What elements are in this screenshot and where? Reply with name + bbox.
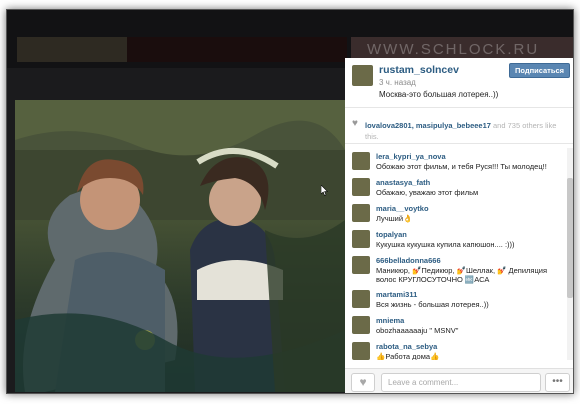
background-thumbnail [127,37,347,62]
more-options-button[interactable]: ••• [545,373,570,392]
list-item: 666belladonna666 Маникюр, 💅Педикюр, 💅Шел… [345,252,567,286]
avatar[interactable] [352,152,370,170]
like-button[interactable]: ♥ [351,373,375,392]
comment-text: Маникюр, 💅Педикюр, 💅Шеллак, 💅 Депиляция … [376,266,548,284]
photo-illustration [15,100,345,392]
background-thumbnail [17,37,127,62]
likes-summary: ♥ lovalova2801, masipulya_bebeee17 and 7… [345,108,573,144]
comment-username[interactable]: lera_kypri_ya_nova [376,152,446,161]
follow-button[interactable]: Подписаться [509,63,570,78]
comment-text: Лучший👌 [376,214,413,223]
like-user-link[interactable]: lovalova2801 [365,121,412,130]
post-timestamp: 3 ч. назад [379,78,416,87]
list-item: martami311 Вся жизнь - большая лотерея..… [345,286,567,312]
post-caption: Москва-это большая лотерея..)) [379,90,499,99]
like-user-link[interactable]: masipulya_bebeee17 [416,121,491,130]
list-item: mniema obozhaaaaaaju " MSNV" [345,312,567,338]
comment-text: Кукушка кукушка купила капюшон.... :))) [376,240,515,249]
comment-username[interactable]: anastasya_fath [376,178,430,187]
heart-icon: ♥ [359,375,367,389]
comment-text: obozhaaaaaaju " MSNV" [376,326,459,335]
post-photo[interactable] [15,100,345,392]
comment-text: Обожаю этот фильм, и тебя Руся!!! Ты мол… [376,162,547,171]
comment-username[interactable]: mniema [376,316,404,325]
comment-text: 👍Работа дома👍 [376,352,440,360]
heart-icon: ♥ [352,118,358,129]
avatar[interactable] [352,342,370,360]
comment-username[interactable]: maria__voytko [376,204,429,213]
comment-footer: ♥ ••• [345,368,573,393]
comment-list[interactable]: lera_kypri_ya_nova Обожаю этот фильм, и … [345,148,567,360]
instagram-lightbox: WWW.SCHLOCK.RU rustam_solncev 3 ч. назад [6,9,574,394]
comment-text: Вся жизнь - большая лотерея..)) [376,300,489,309]
comment-username[interactable]: 666belladonna666 [376,256,441,265]
list-item: anastasya_fath Обажаю, уважаю этот фильм [345,174,567,200]
comment-username[interactable]: martami311 [376,290,417,299]
list-item: rabota_na_sebya 👍Работа дома👍 [345,338,567,360]
avatar[interactable] [352,178,370,196]
comment-username[interactable]: topalyan [376,230,407,239]
avatar[interactable] [352,204,370,222]
comment-username[interactable]: rabota_na_sebya [376,342,437,351]
comment-scrollbar[interactable] [567,148,573,360]
comment-input[interactable] [381,373,541,392]
post-header: rustam_solncev 3 ч. назад Москва-это бол… [345,58,573,108]
mouse-cursor-icon [321,185,328,196]
list-item: lera_kypri_ya_nova Обожаю этот фильм, и … [345,148,567,174]
list-item: maria__voytko Лучший👌 [345,200,567,226]
avatar[interactable] [352,316,370,334]
avatar[interactable] [352,290,370,308]
list-item: topalyan Кукушка кукушка купила капюшон.… [345,226,567,252]
avatar[interactable] [352,256,370,274]
avatar[interactable] [352,230,370,248]
post-username[interactable]: rustam_solncev [379,64,459,76]
avatar[interactable] [352,65,373,86]
scrollbar-thumb[interactable] [567,178,573,298]
post-sidebar: rustam_solncev 3 ч. назад Москва-это бол… [345,58,573,393]
likes-text: lovalova2801, masipulya_bebeee17 and 735… [365,121,557,141]
comment-text: Обажаю, уважаю этот фильм [376,188,479,197]
